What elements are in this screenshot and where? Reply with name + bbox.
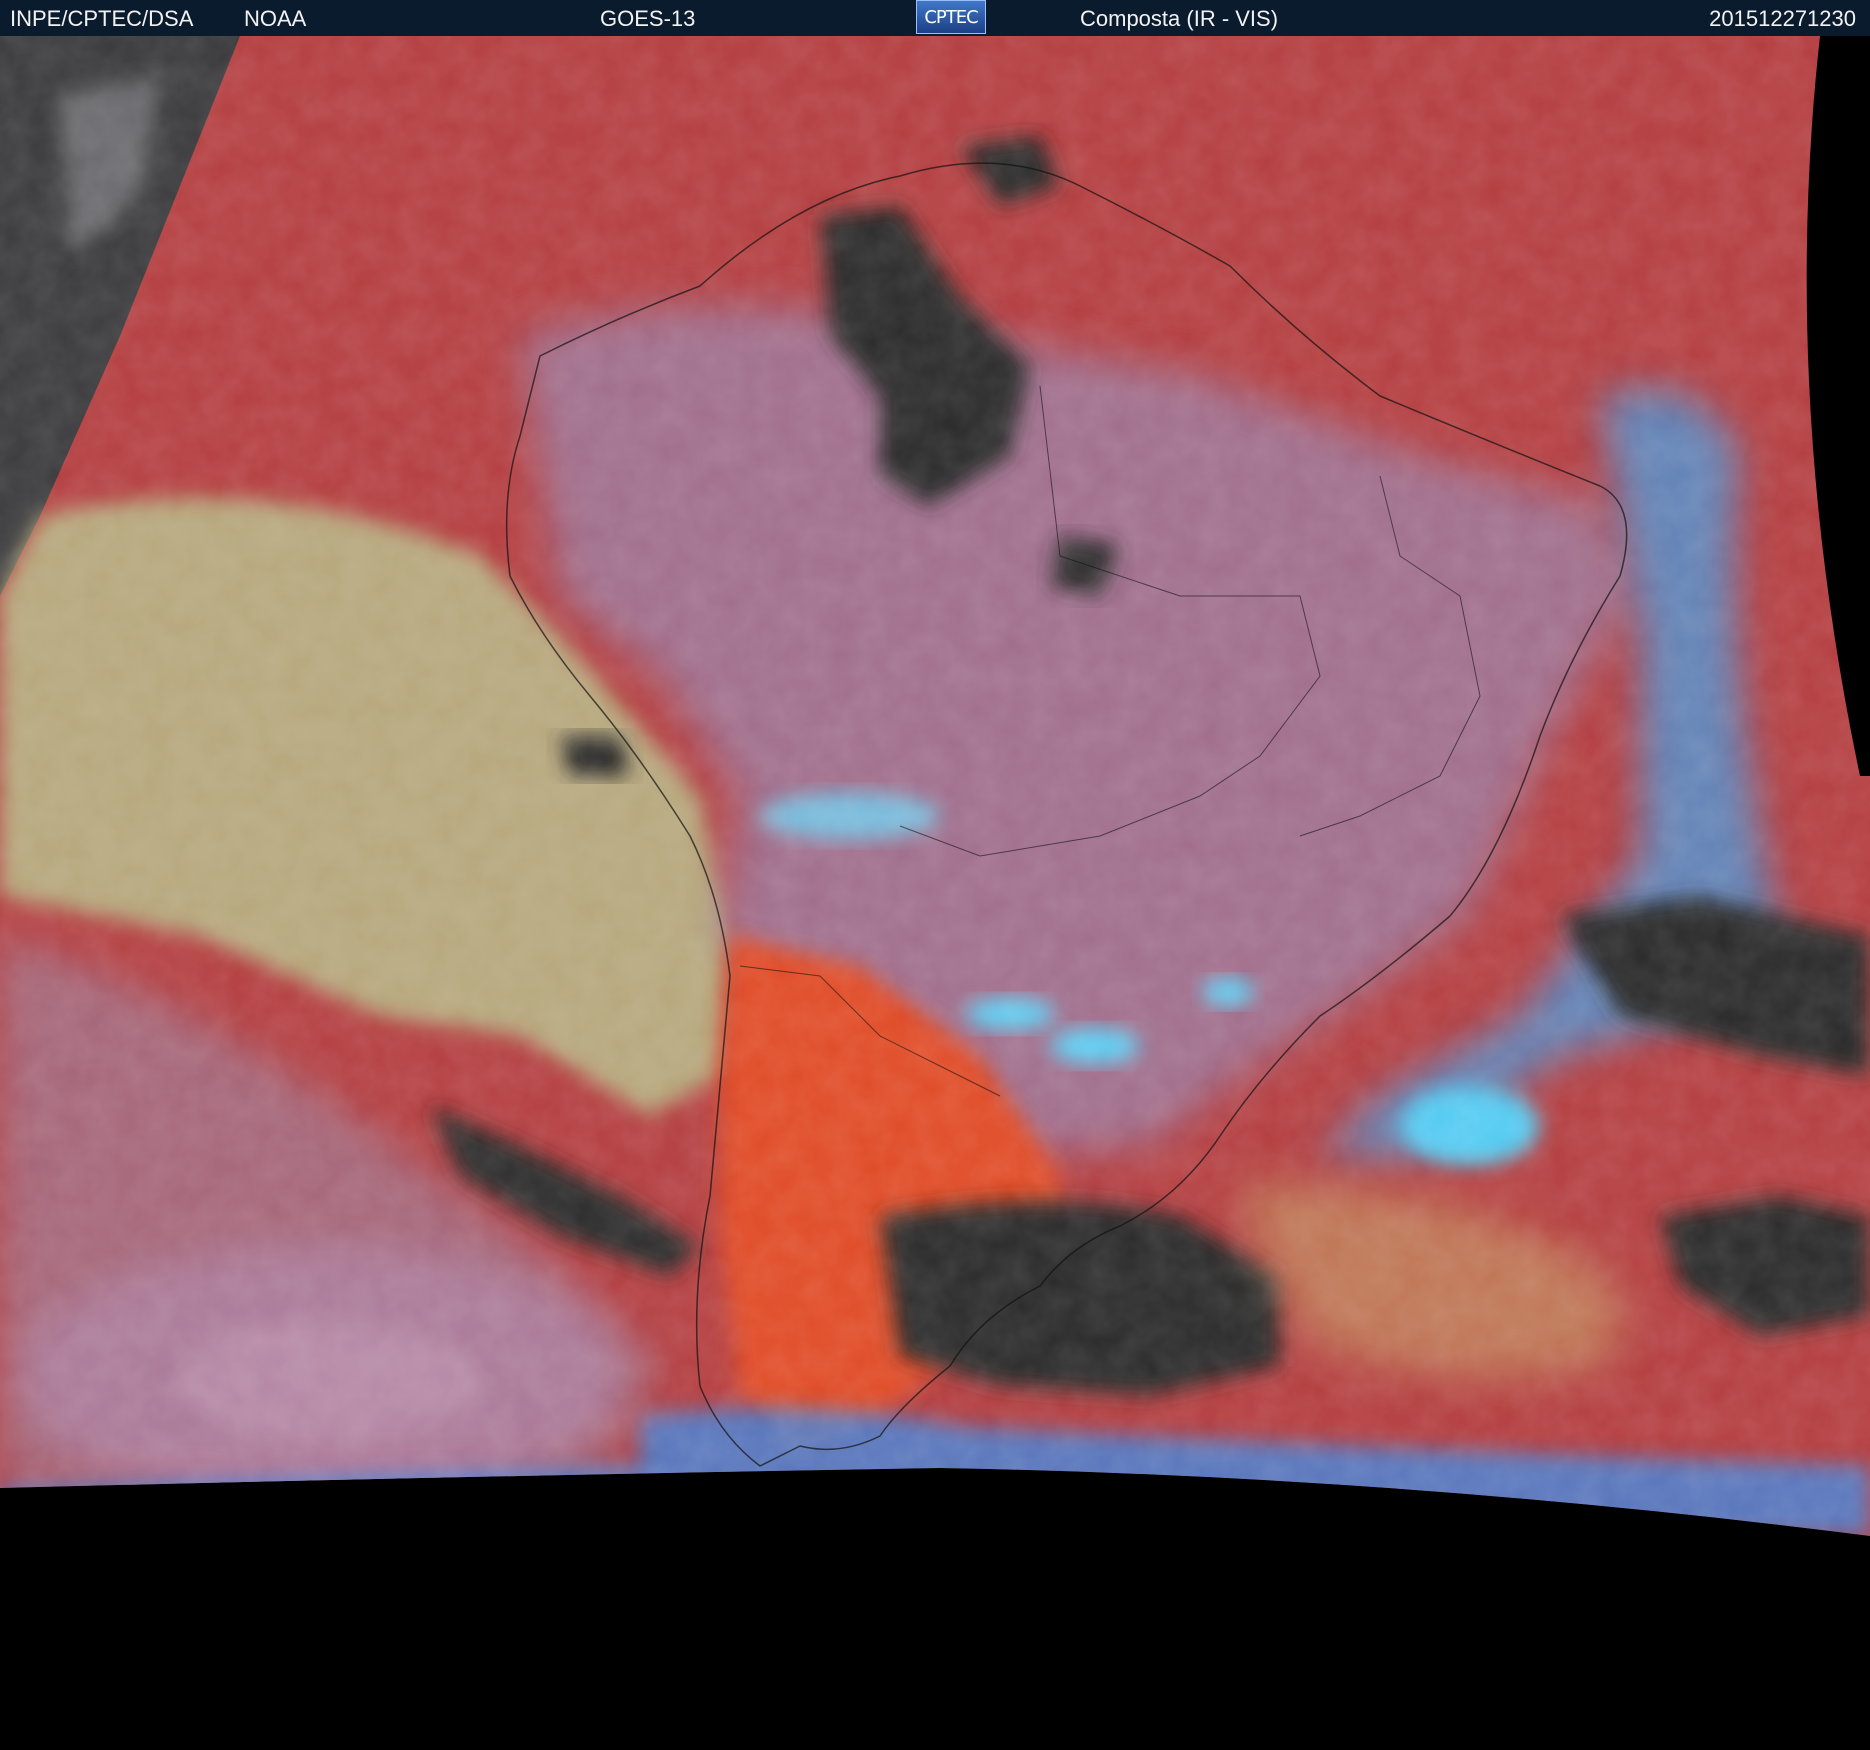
agency-label: NOAA (244, 6, 307, 31)
organization-label: INPE/CPTEC/DSA (10, 6, 194, 31)
satellite-composite-svg (0, 36, 1870, 1750)
timestamp-label: 201512271230 (1709, 6, 1856, 31)
cloud-texture (0, 36, 1870, 1536)
product-label: Composta (IR - VIS) (1080, 6, 1279, 31)
satellite-label: GOES-13 (600, 6, 696, 31)
satellite-image (0, 36, 1870, 1750)
cptec-logo: CPTEC (916, 0, 986, 34)
image-header: INPE/CPTEC/DSA NOAA GOES-13 CPTEC Compos… (0, 0, 1870, 36)
logo-text: CPTEC (924, 7, 978, 28)
